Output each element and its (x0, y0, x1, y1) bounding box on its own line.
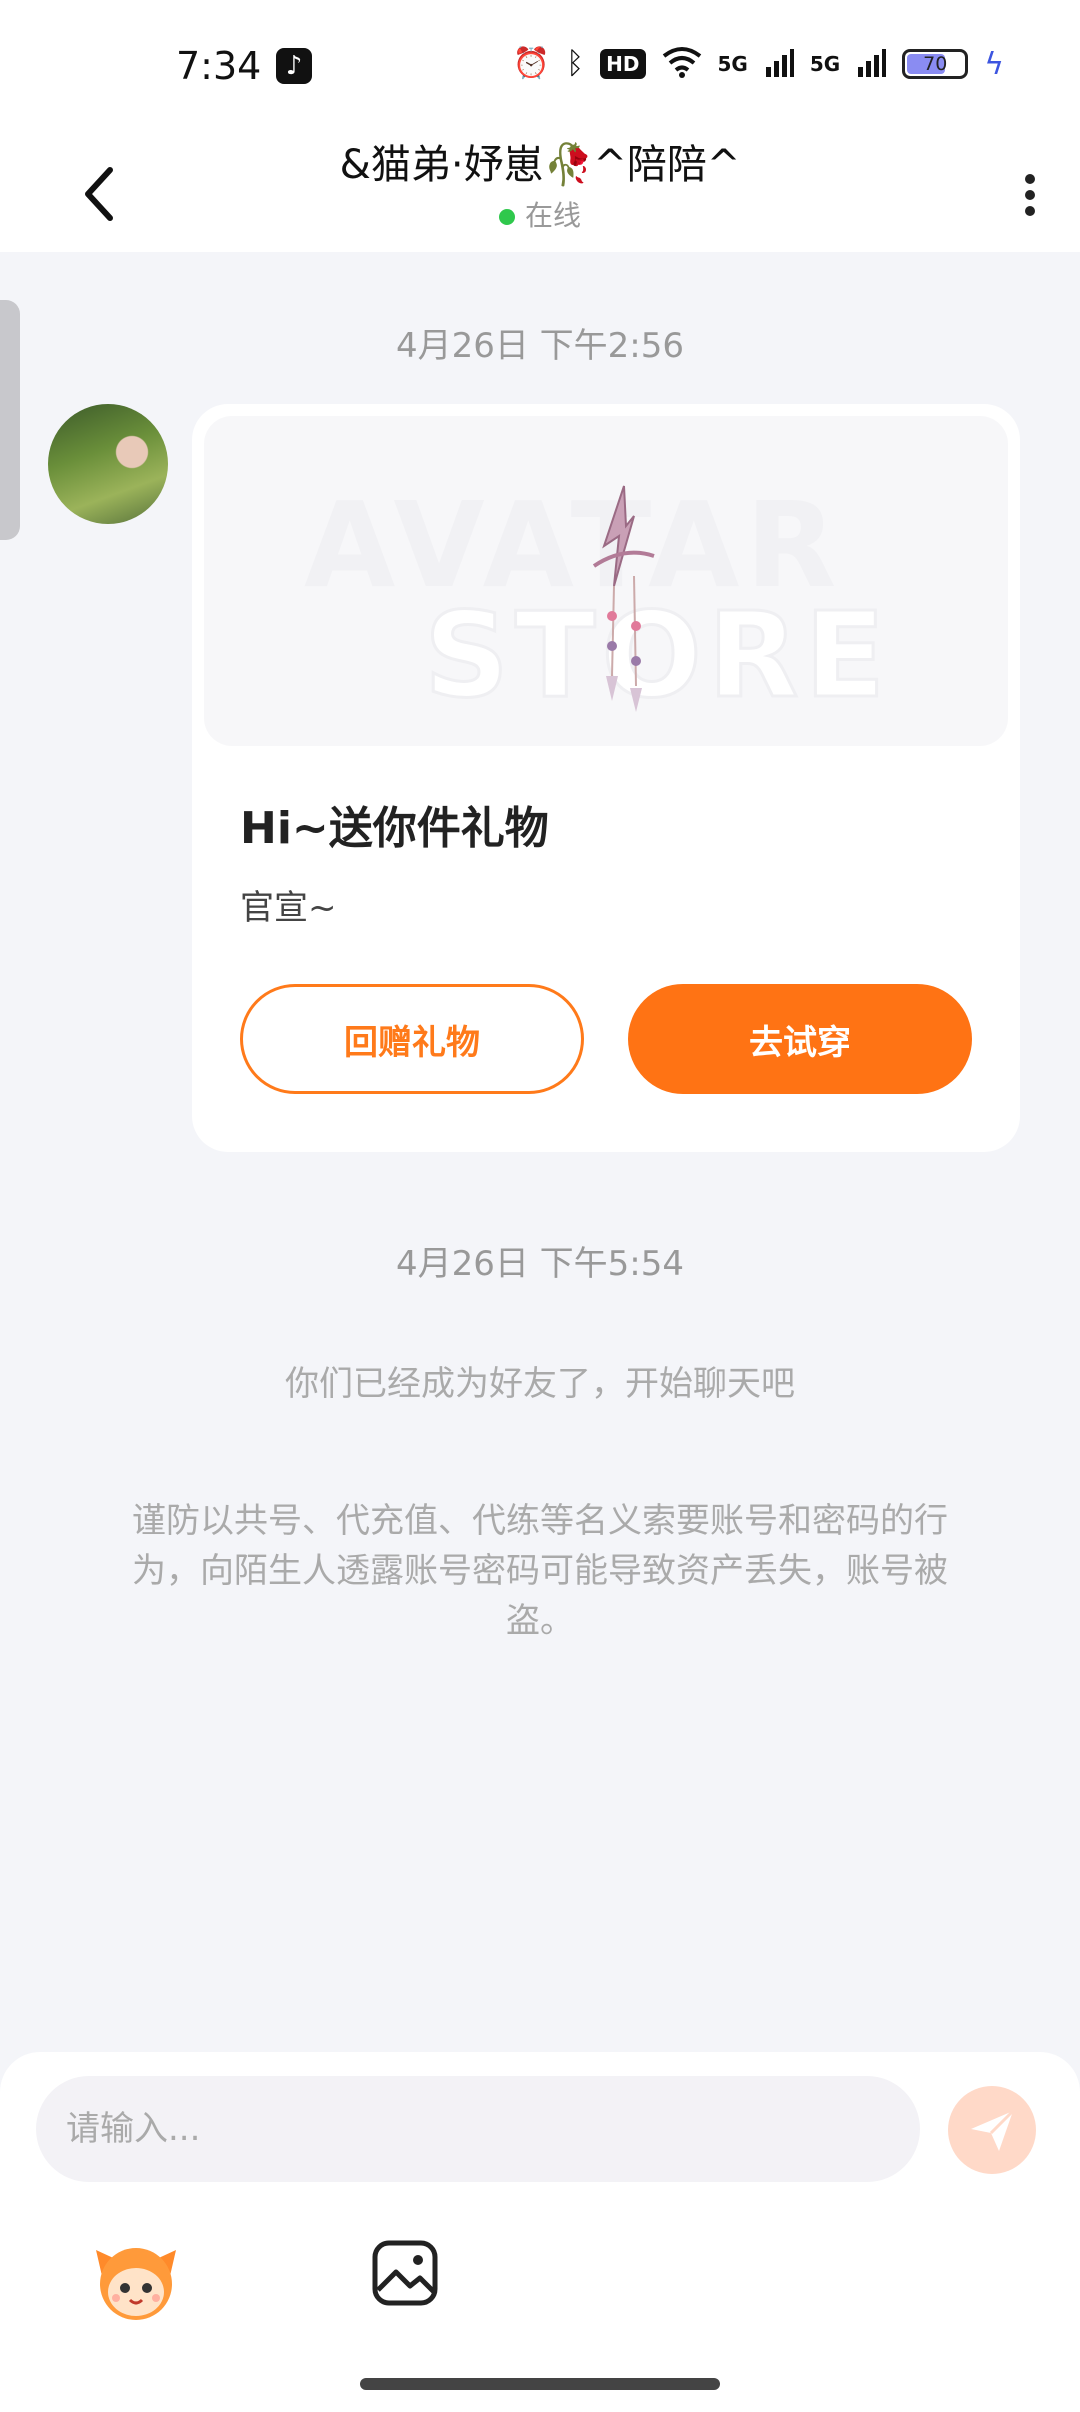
online-label: 在线 (524, 199, 581, 232)
network-5g-2: 5G (809, 52, 841, 76)
chat-screen: 7:34 ♪ ⏰ ᛒ HD 5G 5G 70 ϟ &猫弟·妤崽🥀^陪陪^ 在线 … (0, 0, 1080, 2412)
online-dot-icon (498, 209, 515, 225)
avatar[interactable] (48, 404, 168, 524)
emoji-mascot-icon[interactable] (92, 2236, 180, 2324)
status-bar: 7:34 ♪ ⏰ ᛒ HD 5G 5G 70 ϟ (0, 0, 1080, 132)
battery-icon: 70 (902, 49, 969, 79)
battery-level: 70 (923, 53, 948, 75)
gift-image[interactable]: AVATAR STORE (204, 416, 1008, 746)
send-button[interactable] (948, 2086, 1036, 2174)
tiktok-icon: ♪ (276, 48, 312, 84)
status-time: 7:34 (176, 44, 262, 88)
message-input-box[interactable] (36, 2076, 920, 2182)
friend-notice: 你们已经成为好友了，开始聊天吧 (285, 1364, 795, 1404)
charging-icon: ϟ (984, 46, 1004, 82)
gift-card-title: Hi~送你件礼物 (240, 803, 549, 854)
image-icon[interactable] (370, 2238, 440, 2308)
send-icon (971, 2109, 1015, 2151)
chat-title: &猫弟·妤崽🥀^陪陪^ (339, 142, 741, 188)
return-gift-button[interactable]: 回赠礼物 (240, 984, 584, 1094)
hd-icon: HD (600, 49, 646, 79)
security-warning: 谨防以共号、代充值、代练等名义索要账号和密码的行为，向陌生人透露账号密码可能导致… (132, 1501, 948, 1641)
message-timestamp: 4月26日 下午2:56 (395, 326, 685, 366)
wifi-icon (662, 46, 702, 82)
alarm-icon: ⏰ (512, 46, 551, 81)
gift-card: AVATAR STORE Hi~送你件礼物 官宣~ 回赠礼物 去试穿 (192, 404, 1020, 1152)
message-input[interactable] (66, 2076, 920, 2182)
message-timestamp: 4月26日 下午5:54 (395, 1244, 685, 1284)
chat-header: &猫弟·妤崽🥀^陪陪^ 在线 (0, 132, 1080, 252)
try-on-button[interactable]: 去试穿 (628, 984, 972, 1094)
more-icon[interactable] (1010, 152, 1050, 232)
input-area (0, 2052, 1080, 2412)
bluetooth-icon: ᛒ (566, 46, 585, 81)
home-indicator[interactable] (360, 2378, 720, 2390)
signal-icon (764, 47, 794, 81)
online-status: 在线 (0, 194, 1080, 234)
signal-icon (856, 47, 887, 81)
gift-item-icon (592, 485, 655, 712)
network-5g-1: 5G (717, 52, 748, 76)
status-icons: ⏰ ᛒ HD 5G 5G 70 ϟ (513, 46, 1004, 82)
gift-card-subtitle: 官宣~ (240, 888, 337, 928)
